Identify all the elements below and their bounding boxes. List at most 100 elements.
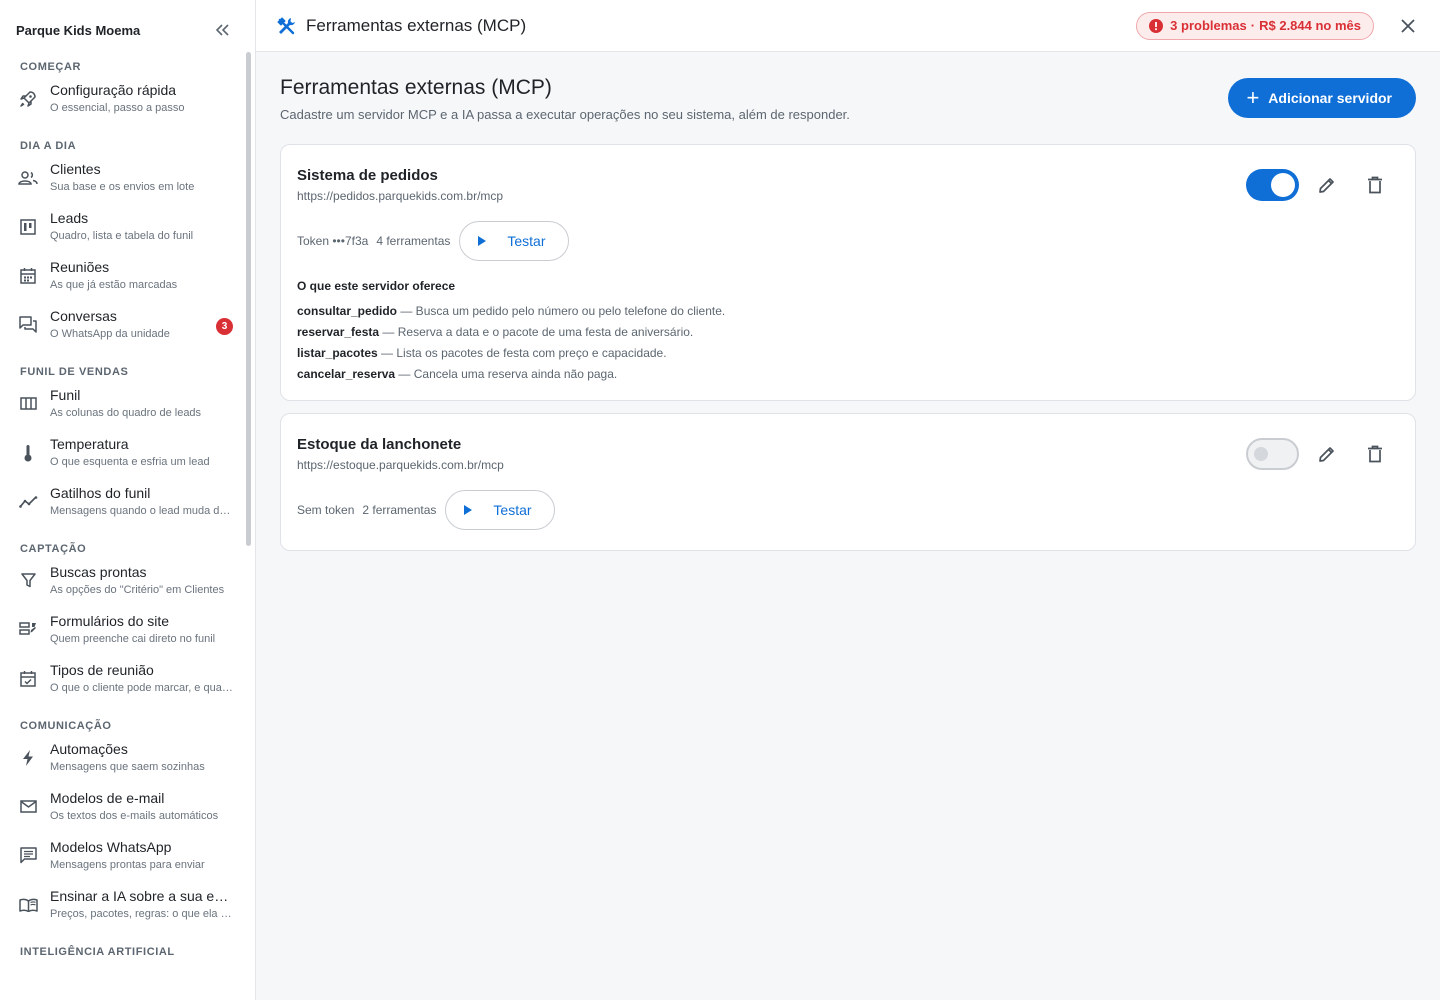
- server-url: https://estoque.parquekids.com.br/mcp: [297, 458, 504, 472]
- sidebar-item-funil[interactable]: Funil As colunas do quadro de leads: [0, 379, 255, 428]
- collapse-sidebar-icon[interactable]: [211, 18, 235, 42]
- nav-label: Tipos de reunião: [50, 661, 154, 678]
- nav-sublabel: Os textos dos e-mails automáticos: [50, 809, 219, 822]
- test-label: Testar: [507, 233, 546, 249]
- nav-label: Ensinar a IA sobre a sua empresa: [50, 887, 235, 904]
- server-name: Estoque da lanchonete: [297, 436, 462, 453]
- tool-description: — Cancela uma reserva ainda não paga.: [395, 367, 618, 381]
- server-enabled-toggle[interactable]: [1246, 438, 1299, 470]
- token-info: Sem token: [297, 503, 355, 517]
- rocket-icon: [18, 89, 38, 109]
- page-description: Cadastre um servidor MCP e a IA passa a …: [280, 107, 850, 122]
- tool-list: consultar_pedido — Busca um pedido pelo …: [297, 301, 725, 385]
- sidebar-item-reunioes[interactable]: Reuniões As que já estão marcadas: [0, 251, 255, 300]
- sidebar-header: Parque Kids Moema: [0, 0, 255, 60]
- filter-icon: [18, 571, 38, 591]
- nav-sublabel: Quem preenche cai direto no funil: [50, 632, 216, 645]
- tools-icon: [276, 16, 296, 36]
- tool-item: listar_pacotes — Lista os pacotes de fes…: [297, 343, 725, 364]
- separator-dot: ·: [1250, 18, 1256, 33]
- nav-label: Reuniões: [50, 258, 110, 275]
- test-server-button[interactable]: Testar: [445, 490, 555, 530]
- page-header-title: Ferramentas externas (MCP): [306, 15, 527, 35]
- tool-item: consultar_pedido — Busca um pedido pelo …: [297, 301, 725, 322]
- tool-item: reservar_festa — Reserva a data e o paco…: [297, 322, 725, 343]
- server-meta: Sem token 2 ferramentas Testar: [297, 490, 555, 530]
- token-info: Token •••7f3a: [297, 234, 369, 248]
- book-icon: [18, 895, 38, 915]
- nav-label: Temperatura: [50, 435, 129, 452]
- nav-label: Buscas prontas: [50, 563, 147, 580]
- sidebar-item-temperatura[interactable]: Temperatura O que esquenta e esfria um le…: [0, 428, 255, 477]
- event-check-icon: [18, 669, 38, 689]
- sidebar-item-buscas-prontas[interactable]: Buscas prontas As opções do "Critério" em…: [0, 556, 255, 605]
- server-card: Estoque da lanchonete https://estoque.pa…: [280, 413, 1416, 551]
- columns-icon: [18, 394, 38, 414]
- section-label: INTELIGÊNCIA ARTIFICIAL: [20, 946, 175, 958]
- tools-count: 4 ferramentas: [376, 234, 451, 248]
- tool-name: cancelar_reserva: [297, 367, 396, 381]
- workspace-name: Parque Kids Moema: [16, 22, 141, 38]
- nav-sublabel: As opções do "Critério" em Clientes: [50, 583, 225, 596]
- close-icon[interactable]: [1396, 14, 1420, 38]
- page-title: Ferramentas externas (MCP): [280, 76, 552, 99]
- mail-icon: [18, 797, 38, 817]
- test-label: Testar: [493, 502, 532, 518]
- nav-sublabel: Preços, pacotes, regras: o que ela preci…: [50, 907, 235, 920]
- add-server-button[interactable]: + Adicionar servidor: [1228, 78, 1416, 118]
- alert-icon: [1149, 18, 1164, 33]
- edit-icon[interactable]: [1311, 169, 1343, 201]
- nav-label: Automações: [50, 740, 128, 757]
- edit-icon[interactable]: [1311, 438, 1343, 470]
- thermometer-icon: [18, 443, 38, 463]
- trend-icon: [18, 492, 38, 512]
- toggle-knob: [1254, 447, 1268, 461]
- tool-name: consultar_pedido: [297, 304, 398, 318]
- tool-name: reservar_festa: [297, 325, 380, 339]
- server-enabled-toggle[interactable]: [1246, 169, 1299, 201]
- nav-sublabel: O essencial, passo a passo: [50, 101, 185, 114]
- problems-badge[interactable]: 3 problemas · R$ 2.844 no mês: [1136, 11, 1374, 40]
- section-label: FUNIL DE VENDAS: [20, 366, 129, 378]
- nav-sublabel: O WhatsApp da unidade: [50, 327, 170, 340]
- tool-name: listar_pacotes: [297, 346, 378, 360]
- sidebar-item-formularios-do-site[interactable]: Formulários do site Quem preenche cai dir…: [0, 605, 255, 654]
- server-meta: Token •••7f3a 4 ferramentas Testar: [297, 221, 569, 261]
- sidebar-item-automacoes[interactable]: Automações Mensagens que saem sozinhas: [0, 733, 255, 782]
- problems-count: 3 problemas: [1170, 18, 1247, 33]
- nav-sublabel: Mensagens quando o lead muda de etapa: [50, 504, 235, 517]
- tool-description: — Reserva a data e o pacote de uma festa…: [379, 325, 694, 339]
- sidebar-item-modelos-de-email[interactable]: Modelos de e-mail Os textos dos e-mails a…: [0, 782, 255, 831]
- delete-icon[interactable]: [1359, 438, 1391, 470]
- sidebar-item-clientes[interactable]: Clientes Sua base e os envios em lote: [0, 153, 255, 202]
- play-icon: [464, 505, 473, 515]
- sidebar-item-conversas[interactable]: Conversas O WhatsApp da unidade 3: [0, 300, 255, 349]
- nav-sublabel: As que já estão marcadas: [50, 278, 178, 291]
- nav-label: Leads: [50, 209, 89, 226]
- nav-label: Formulários do site: [50, 612, 170, 629]
- sidebar-item-leads[interactable]: Leads Quadro, lista e tabela do funil: [0, 202, 255, 251]
- nav-sublabel: O que esquenta e esfria um lead: [50, 455, 210, 468]
- sidebar: Parque Kids Moema COMEÇAR Configuração r…: [0, 0, 256, 1000]
- chat-icon: [18, 315, 38, 335]
- test-server-button[interactable]: Testar: [459, 221, 569, 261]
- nav-label: Modelos de e-mail: [50, 789, 165, 806]
- sidebar-item-configuracao-rapida[interactable]: Configuração rápida O essencial, passo a …: [0, 74, 255, 123]
- nav-sublabel: Mensagens que saem sozinhas: [50, 760, 205, 773]
- tool-description: — Lista os pacotes de festa com preço e …: [377, 346, 667, 360]
- sidebar-item-gatilhos-do-funil[interactable]: Gatilhos do funil Mensagens quando o lead…: [0, 477, 255, 526]
- calendar-icon: [18, 266, 38, 286]
- sidebar-item-tipos-de-reuniao[interactable]: Tipos de reunião O que o cliente pode mar…: [0, 654, 255, 703]
- unread-badge: 3: [216, 318, 233, 335]
- sidebar-item-ensinar-a-ia[interactable]: Ensinar a IA sobre a sua empresa Preços, …: [0, 880, 255, 929]
- delete-icon[interactable]: [1359, 169, 1391, 201]
- top-bar: Ferramentas externas (MCP) 3 problemas ·…: [256, 0, 1440, 52]
- offers-heading: O que este servidor oferece: [297, 279, 456, 293]
- nav-sublabel: Mensagens prontas para enviar: [50, 858, 205, 871]
- section-label: CAPTAÇÃO: [20, 543, 87, 555]
- kanban-icon: [18, 217, 38, 237]
- sidebar-item-modelos-whatsapp[interactable]: Modelos WhatsApp Mensagens prontas para e…: [0, 831, 255, 880]
- section-label: DIA A DIA: [20, 140, 77, 152]
- message-icon: [18, 846, 38, 866]
- nav-label: Configuração rápida: [50, 81, 177, 98]
